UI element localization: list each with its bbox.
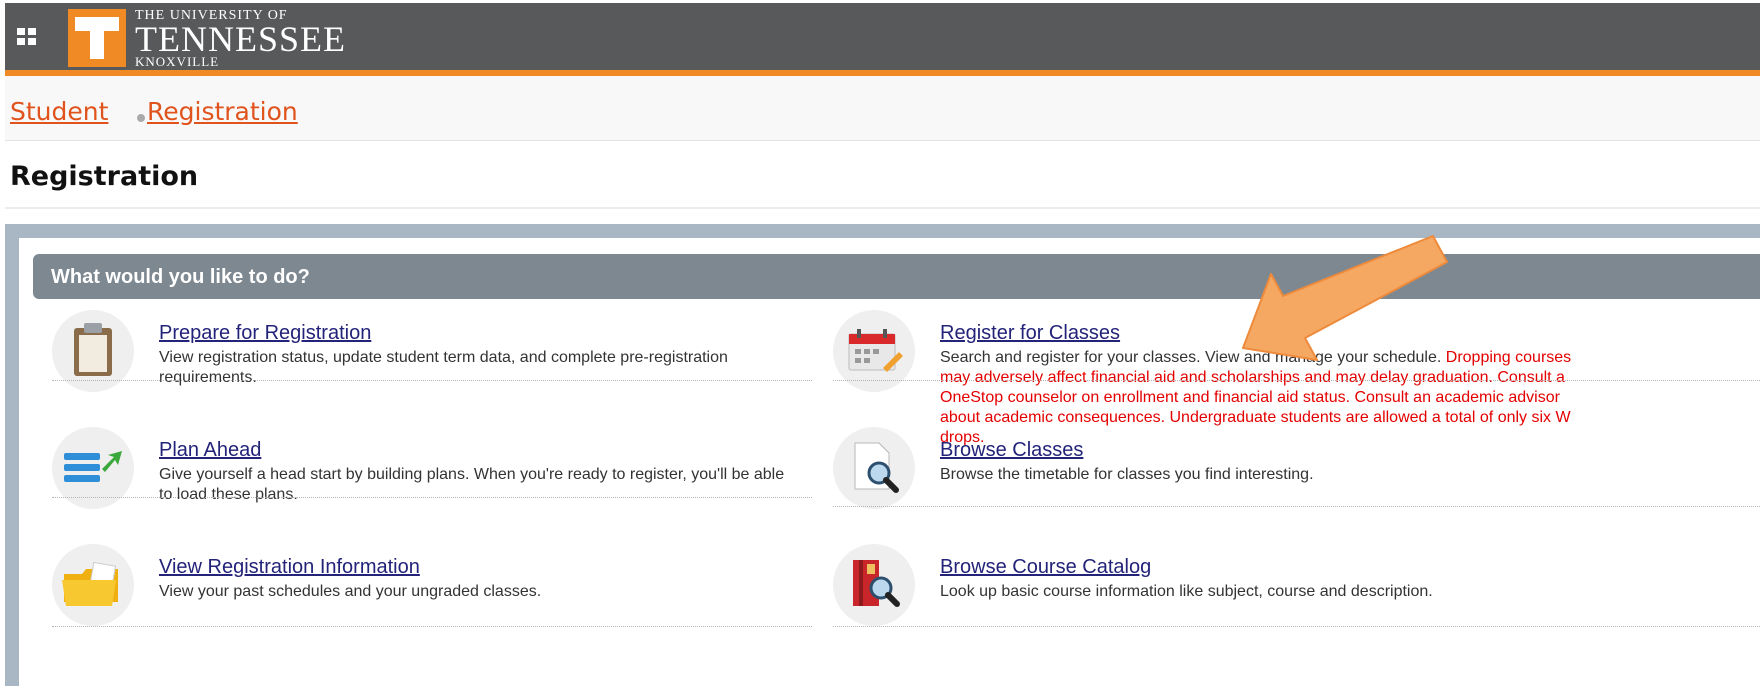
view-registration-information-link[interactable]: View Registration Information <box>159 556 420 579</box>
card-divider <box>833 506 1760 507</box>
plan-ahead-description: Give yourself a head start by building p… <box>159 466 785 503</box>
card-prepare-for-registration: Prepare for Registration View registrati… <box>52 310 812 392</box>
page-title: Registration <box>10 161 199 192</box>
card-divider <box>52 497 812 498</box>
card-view-registration-information: View Registration Information View your … <box>52 544 812 627</box>
plan-ahead-link[interactable]: Plan Ahead <box>159 439 261 462</box>
breadcrumb-separator-icon <box>137 114 145 122</box>
folder-icon <box>52 544 134 626</box>
prepare-for-registration-description: View registration status, update student… <box>159 349 728 386</box>
actions-panel: What would you like to do? Prepare for R… <box>19 238 1760 686</box>
panel-header-label: What would you like to do? <box>51 266 310 288</box>
card-plan-ahead: Plan Ahead Give yourself a head start by… <box>52 427 812 509</box>
card-divider <box>52 380 812 381</box>
view-registration-information-description: View your past schedules and your ungrad… <box>159 583 542 600</box>
breadcrumb: Student Registration <box>5 76 1760 141</box>
card-browse-classes: Browse Classes Browse the timetable for … <box>833 427 1760 509</box>
browse-classes-link[interactable]: Browse Classes <box>940 439 1083 462</box>
logo-line-2: TENNESSEE <box>135 19 346 59</box>
university-logo-icon[interactable] <box>68 9 126 67</box>
card-divider <box>833 626 1760 627</box>
panel-header: What would you like to do? <box>33 254 1760 299</box>
browse-course-catalog-description: Look up basic course information like su… <box>940 583 1433 600</box>
book-search-icon <box>833 544 915 626</box>
card-divider <box>52 626 812 627</box>
browse-classes-description: Browse the timetable for classes you fin… <box>940 466 1314 483</box>
document-search-icon <box>833 427 915 509</box>
browse-course-catalog-link[interactable]: Browse Course Catalog <box>940 556 1151 579</box>
top-navigation-bar: THE UNIVERSITY OF TENNESSEE KNOXVILLE <box>5 3 1760 76</box>
card-browse-course-catalog: Browse Course Catalog Look up basic cour… <box>833 544 1760 627</box>
register-for-classes-link[interactable]: Register for Classes <box>940 322 1120 345</box>
card-divider <box>833 380 1760 381</box>
breadcrumb-link-student[interactable]: Student <box>10 97 108 126</box>
breadcrumb-link-registration[interactable]: Registration <box>147 97 298 126</box>
prepare-for-registration-link[interactable]: Prepare for Registration <box>159 322 371 345</box>
grid-menu-icon[interactable] <box>17 28 37 46</box>
annotation-arrow-icon <box>1242 235 1448 361</box>
content-frame: What would you like to do? Prepare for R… <box>5 224 1760 686</box>
university-wordmark: THE UNIVERSITY OF TENNESSEE KNOXVILLE <box>135 9 346 69</box>
divider <box>5 207 1760 209</box>
